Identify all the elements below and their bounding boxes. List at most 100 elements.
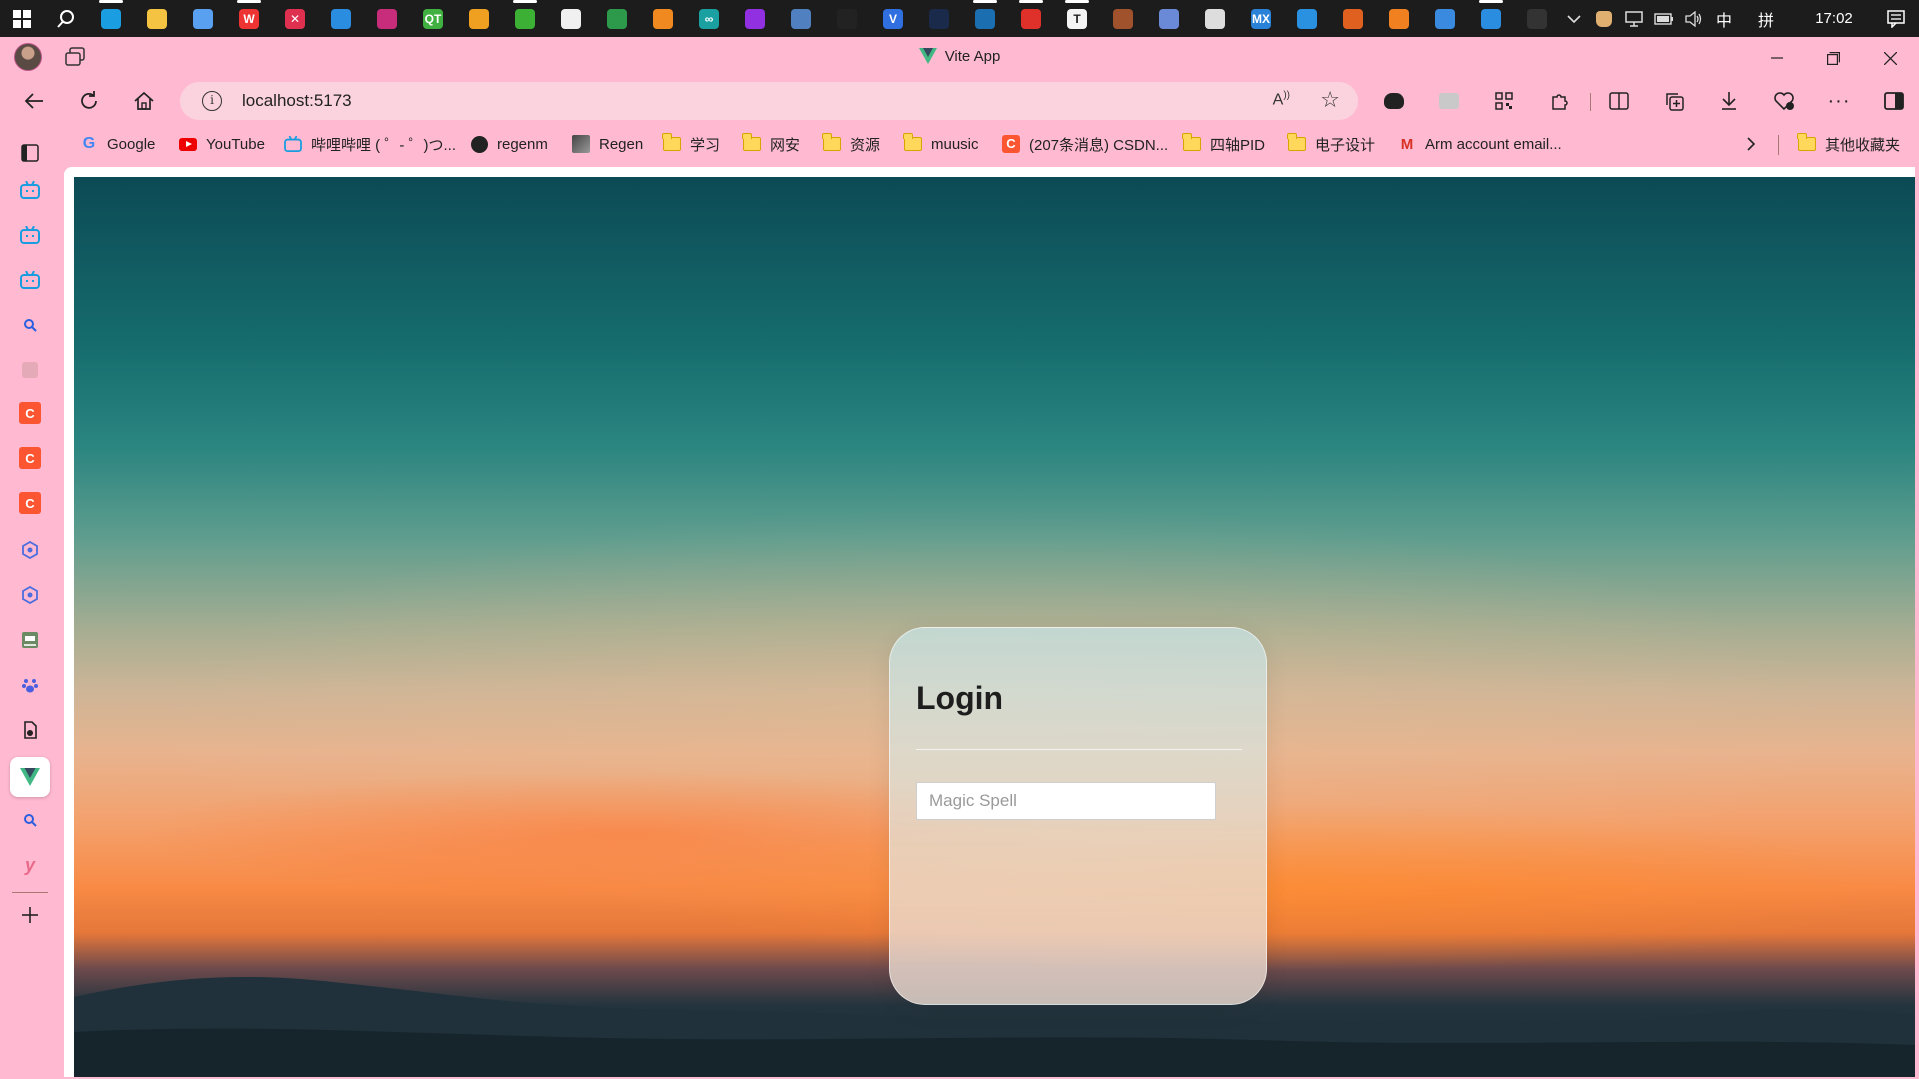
sidebar-search-tab-2-icon[interactable]: [17, 807, 43, 833]
sidebar-y-tab-icon[interactable]: y: [17, 852, 43, 878]
taskbar-app-edge[interactable]: [88, 0, 134, 37]
extensions-puzzle-icon[interactable]: [1541, 83, 1577, 119]
taskbar-app-notepad[interactable]: [548, 0, 594, 37]
taskbar-app-dark-app[interactable]: [916, 0, 962, 37]
sidebar-csdn-tab-2-icon[interactable]: C: [19, 447, 41, 469]
taskbar-app-copy-app[interactable]: [456, 0, 502, 37]
bookmark-item[interactable]: 学习: [662, 132, 720, 156]
home-button[interactable]: [126, 83, 162, 119]
ime-pinyin-indicator[interactable]: 拼: [1751, 0, 1781, 37]
taskbar-app-orange-blocks[interactable]: [640, 0, 686, 37]
taskbar-app-v-app[interactable]: V: [870, 0, 916, 37]
bookmark-item[interactable]: 电子设计: [1287, 132, 1375, 156]
taskbar-app-netease-music[interactable]: [1008, 0, 1054, 37]
taskbar-app-matlab[interactable]: [1330, 0, 1376, 37]
address-bar[interactable]: i localhost:5173 A)) ☆: [180, 82, 1358, 120]
bookmark-label: Google: [107, 135, 156, 153]
sidebar-cube-tab-1-icon[interactable]: [17, 537, 43, 563]
favorite-star-icon[interactable]: ☆: [1320, 87, 1340, 113]
taskbar-clock[interactable]: 17:02: [1795, 10, 1873, 27]
favorites-bar-more-chevron[interactable]: [1746, 132, 1756, 156]
taskbar-app-photo-app[interactable]: [1192, 0, 1238, 37]
bookmark-item[interactable]: YouTube: [179, 132, 265, 156]
taskbar-app-typora[interactable]: T: [1054, 0, 1100, 37]
sidebar-bilibili-tab-3-icon[interactable]: [17, 267, 43, 293]
taskbar-app-file-explorer[interactable]: [134, 0, 180, 37]
sidebar-bilibili-tab-1-icon[interactable]: [17, 177, 43, 203]
taskbar-app-cloud[interactable]: [1284, 0, 1330, 37]
collections-icon[interactable]: [1656, 83, 1692, 119]
downloads-icon[interactable]: [1711, 83, 1747, 119]
other-favorites-folder[interactable]: 其他收藏夹: [1797, 132, 1900, 156]
bookmark-item[interactable]: Regen: [572, 132, 643, 156]
bookmark-item[interactable]: C (207条消息) CSDN...: [1002, 132, 1168, 156]
notification-center-icon[interactable]: [1873, 9, 1919, 28]
bookmark-item[interactable]: regenm: [470, 132, 548, 156]
sidebar-cube-tab-2-icon[interactable]: [17, 582, 43, 608]
sidebar-baidu-tab-icon[interactable]: [17, 672, 43, 698]
settings-more-icon[interactable]: ···: [1821, 83, 1857, 119]
battery-icon[interactable]: [1649, 0, 1679, 37]
taskbar-search-button[interactable]: [44, 0, 88, 37]
taskbar-app-game[interactable]: [778, 0, 824, 37]
taskbar-app-terminal[interactable]: [1514, 0, 1560, 37]
sidebar-blank-tab-icon[interactable]: [17, 357, 43, 383]
taskbar-app-xmind[interactable]: ✕: [272, 0, 318, 37]
magic-spell-input[interactable]: [916, 782, 1216, 820]
bookmark-item[interactable]: G Google: [80, 132, 156, 156]
volume-icon[interactable]: [1679, 0, 1709, 37]
taskbar-app-green-doc[interactable]: [594, 0, 640, 37]
taskbar-app-remote[interactable]: [1146, 0, 1192, 37]
address-url[interactable]: localhost:5173: [242, 91, 352, 111]
new-tab-plus-icon[interactable]: [17, 902, 43, 928]
bookmark-item[interactable]: M Arm account email...: [1398, 132, 1562, 156]
sidebar-csdn-tab-3-icon[interactable]: C: [19, 492, 41, 514]
taskbar-app-pycharm[interactable]: [364, 0, 410, 37]
taskbar-app-mx[interactable]: MX: [1238, 0, 1284, 37]
site-info-icon[interactable]: i: [202, 91, 222, 111]
taskbar-app-vscode[interactable]: [318, 0, 364, 37]
restore-button[interactable]: [1805, 37, 1861, 79]
taskbar-app-bear[interactable]: [1100, 0, 1146, 37]
bookmark-item[interactable]: muusic: [903, 132, 979, 156]
sidebar-bilibili-tab-2-icon[interactable]: [17, 222, 43, 248]
sidebar-douban-tab-icon[interactable]: [17, 627, 43, 653]
taskbar-app-paper-plane[interactable]: [180, 0, 226, 37]
close-button[interactable]: [1862, 37, 1918, 79]
bookmark-item[interactable]: 资源: [822, 132, 880, 156]
taskbar-app-qq[interactable]: [824, 0, 870, 37]
orange-blocks-icon: [653, 8, 673, 29]
sidebar-doc-settings-tab-icon[interactable]: [17, 717, 43, 743]
back-button[interactable]: [16, 83, 52, 119]
taskbar-app-wechat[interactable]: [502, 0, 548, 37]
sidebar-search-tab-1-icon[interactable]: [17, 312, 43, 338]
bookmark-item[interactable]: 四轴PID: [1182, 132, 1265, 156]
taskbar-app-vscode-2[interactable]: [1468, 0, 1514, 37]
cat-tray-icon[interactable]: [1589, 0, 1619, 37]
split-screen-icon[interactable]: [1601, 83, 1637, 119]
taskbar-app-wps[interactable]: W: [226, 0, 272, 37]
refresh-button[interactable]: [71, 83, 107, 119]
read-aloud-icon[interactable]: A)): [1273, 90, 1290, 109]
taskbar-app-arduino[interactable]: ∞: [686, 0, 732, 37]
sidebar-csdn-tab-1-icon[interactable]: C: [19, 402, 41, 424]
show-hidden-icons-chevron-icon[interactable]: [1559, 0, 1589, 37]
minimize-button[interactable]: [1749, 37, 1805, 79]
taskbar-app-qt[interactable]: QT: [410, 0, 456, 37]
ime-mode-indicator[interactable]: 中: [1709, 0, 1739, 37]
network-icon[interactable]: [1619, 0, 1649, 37]
taskbar-app-blue-window[interactable]: [1422, 0, 1468, 37]
sidebar-toggle-icon[interactable]: [1876, 83, 1912, 119]
sidebar-vite-app-tab-icon[interactable]: [10, 757, 50, 797]
vertical-tabs-icon[interactable]: [17, 140, 43, 166]
extension-mask-icon[interactable]: [1376, 83, 1412, 119]
taskbar-app-rss[interactable]: [732, 0, 778, 37]
taskbar-app-firefox[interactable]: [1376, 0, 1422, 37]
start-button[interactable]: [0, 0, 44, 37]
extension-translate-icon[interactable]: [1431, 83, 1467, 119]
bookmark-item[interactable]: 哔哩哔哩 ( ゜- ゜)つ...: [284, 132, 456, 156]
extension-qr-icon[interactable]: [1486, 83, 1522, 119]
browser-essentials-icon[interactable]: [1766, 83, 1802, 119]
bookmark-item[interactable]: 网安: [742, 132, 800, 156]
taskbar-app-steam[interactable]: [962, 0, 1008, 37]
